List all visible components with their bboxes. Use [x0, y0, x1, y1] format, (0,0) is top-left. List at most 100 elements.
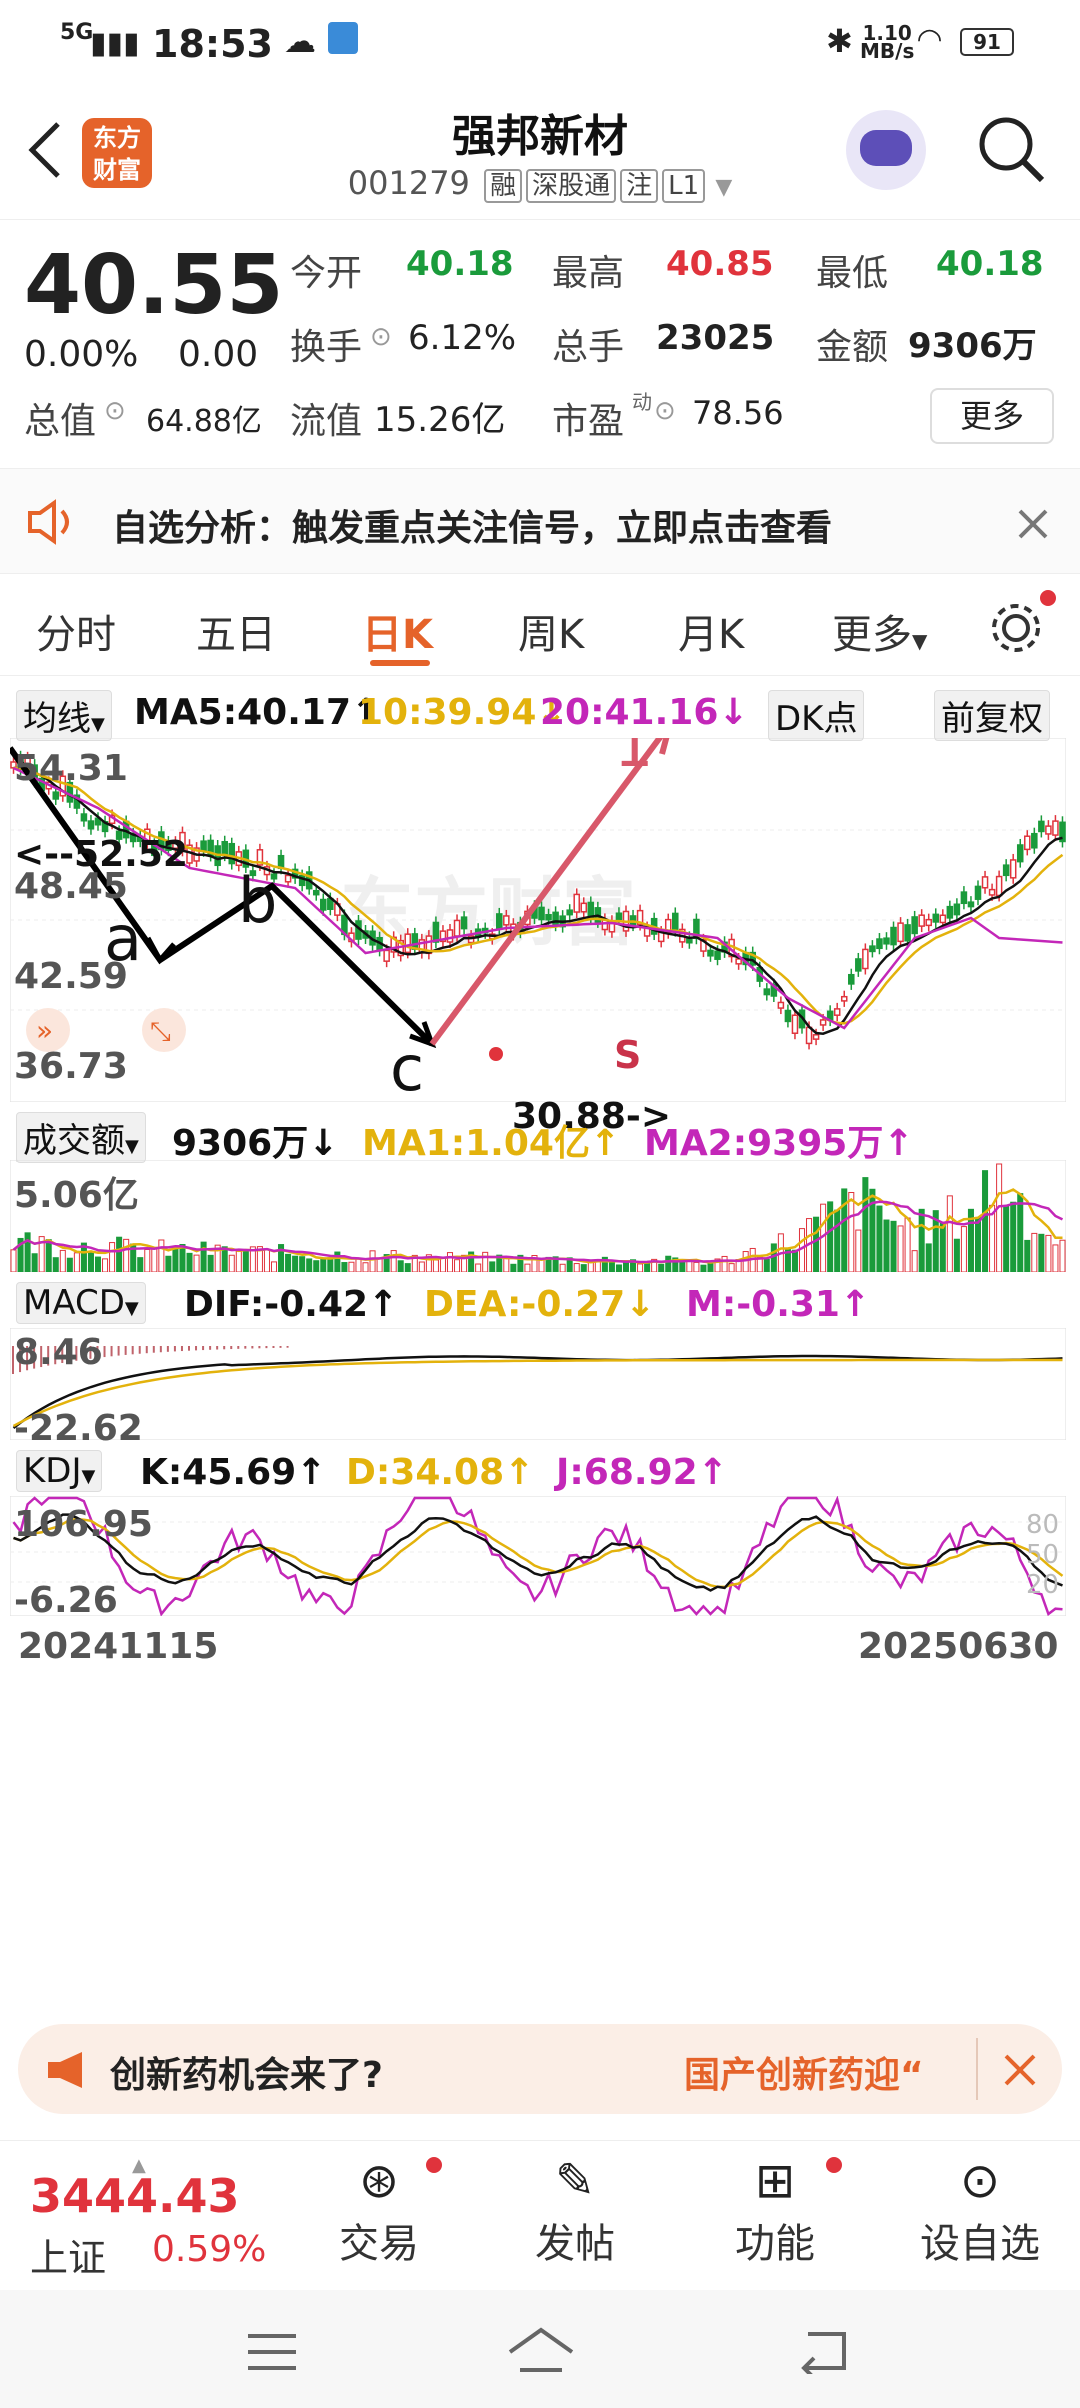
macd-selector[interactable]: MACD▼: [16, 1282, 146, 1324]
amount-value: 9306万: [908, 326, 1037, 366]
bottom-nav: 3444.43 ▲ 上证 0.59% ⊛ 交易 ✎ 发帖 ⊞ 功能 ⊙ 设自选: [0, 2140, 1080, 2286]
dif-label: DIF:-0.42↑: [184, 1284, 399, 1325]
volume-bar: [1052, 1244, 1059, 1272]
volume-bar: [66, 1257, 73, 1272]
candle: [777, 1001, 785, 1009]
banner-right-text: 国产创新药迎“: [684, 2055, 924, 2096]
tab-five-day[interactable]: 五日: [196, 602, 276, 660]
info-icon[interactable]: ⊙: [370, 322, 392, 352]
volume-bar: [454, 1259, 461, 1272]
home-icon[interactable]: [506, 2326, 576, 2376]
status-bar: 5G ▮▮▮ 18:53 ☁ ✱ 1.10 MB/s ◠ 91: [0, 0, 1080, 84]
change: 0.00: [178, 334, 259, 375]
volume-bar: [292, 1255, 299, 1272]
nav-watchlist[interactable]: ⊙ 设自选: [910, 2151, 1050, 2269]
kdj-selector[interactable]: KDJ▼: [16, 1450, 103, 1492]
candle: [1024, 835, 1031, 851]
nav-trade-label: 交易: [339, 2221, 419, 2267]
pe-dynamic-mark: 动: [632, 390, 652, 414]
close-icon[interactable]: [1016, 507, 1050, 541]
volume-bar: [59, 1249, 66, 1272]
nav-functions[interactable]: ⊞ 功能: [730, 2151, 820, 2269]
tab-weekly-k[interactable]: 周K: [518, 602, 584, 660]
volume-bar: [728, 1263, 735, 1272]
price-axis-4: 36.73: [14, 1046, 128, 1087]
candle: [995, 875, 1003, 897]
volume-bar: [193, 1254, 200, 1272]
index-name: 上证: [30, 2236, 107, 2280]
caret-up-icon: ▲: [132, 2155, 146, 2176]
candle: [960, 891, 968, 905]
candlestick-panel[interactable]: 东方财富 a b c 1 S » ⤡: [10, 738, 1066, 1102]
macd-bar: [188, 1346, 190, 1351]
volume-bar: [404, 1263, 411, 1272]
candle: [953, 903, 961, 916]
candle: [545, 914, 552, 921]
volume-bar: [953, 1238, 960, 1272]
volume-bar: [791, 1249, 798, 1272]
info-icon[interactable]: ⊙: [654, 396, 676, 426]
volume-bar: [186, 1252, 193, 1272]
volume-panel[interactable]: [10, 1160, 1066, 1272]
volume-bar: [974, 1216, 982, 1272]
gear-icon[interactable]: [988, 600, 1044, 656]
volume-bar: [327, 1257, 334, 1272]
back-nav-icon[interactable]: [794, 2328, 850, 2374]
volume-selector[interactable]: 成交额▼: [16, 1112, 146, 1163]
kdj-panel[interactable]: [10, 1496, 1066, 1616]
volume-bar: [123, 1238, 130, 1272]
candle: [1038, 820, 1045, 833]
assistant-avatar[interactable]: [846, 110, 926, 190]
volume-bar: [137, 1257, 144, 1272]
ma-selector[interactable]: 均线▼: [16, 690, 112, 741]
macd-panel[interactable]: [10, 1328, 1066, 1440]
candle: [848, 973, 855, 985]
volume-bar: [362, 1262, 369, 1272]
tab-intraday[interactable]: 分时: [36, 602, 116, 660]
kline-chart[interactable]: 均线▼ MA5:40.17↑ 10:39.94↓ 20:41.16↓ DK点 前…: [0, 676, 1080, 1996]
volume-bar: [270, 1261, 278, 1272]
candle: [855, 958, 862, 972]
volume-label: 总手: [552, 327, 625, 368]
close-icon[interactable]: [1002, 2052, 1038, 2088]
volume-bar: [939, 1222, 946, 1272]
candle: [228, 842, 236, 865]
nav-trade[interactable]: ⊛ 交易: [334, 2151, 424, 2269]
macd-bar: [195, 1346, 198, 1351]
volume-bar: [158, 1239, 165, 1272]
candle: [1052, 820, 1059, 836]
volume-bar: [228, 1254, 235, 1272]
candle: [763, 988, 771, 996]
candle: [967, 901, 975, 908]
dropdown-icon[interactable]: ▼: [715, 175, 732, 200]
tab-daily-k[interactable]: 日K: [362, 602, 433, 660]
volume-bar: [883, 1219, 890, 1272]
info-icon[interactable]: ⊙: [104, 396, 126, 426]
index-value[interactable]: 3444.43: [30, 2169, 240, 2223]
volume-bar: [918, 1208, 925, 1272]
search-icon[interactable]: [976, 114, 1048, 186]
menu-icon[interactable]: [244, 2330, 300, 2374]
notice-bar[interactable]: 自选分析：触发重点关注信号，立即点击查看: [0, 468, 1080, 574]
candle: [925, 918, 932, 927]
volume-bar: [151, 1247, 158, 1272]
promo-banner[interactable]: 创新药机会来了? 国产创新药迎“: [18, 2024, 1062, 2114]
volume-bar: [904, 1217, 911, 1272]
tab-monthly-k[interactable]: 月K: [678, 602, 744, 660]
more-dots-icon: ⊙: [959, 2153, 1001, 2209]
volume-bar: [341, 1262, 348, 1272]
volume-bar: [1003, 1205, 1010, 1272]
candle: [883, 937, 890, 945]
macd-bar: [103, 1346, 106, 1358]
speaker-icon: [28, 499, 69, 545]
nav-post[interactable]: ✎ 发帖: [530, 2151, 620, 2269]
tab-more[interactable]: 更多▼: [832, 602, 927, 660]
dif-line: [12, 1354, 1063, 1429]
more-button[interactable]: 更多: [930, 388, 1054, 444]
candle: [840, 995, 848, 1002]
candle: [453, 919, 461, 937]
status-time: 18:53: [152, 22, 273, 66]
mktcap-label: 总值: [24, 401, 97, 442]
dk-point-toggle[interactable]: DK点: [768, 690, 865, 741]
adjust-toggle[interactable]: 前复权: [934, 690, 1050, 741]
